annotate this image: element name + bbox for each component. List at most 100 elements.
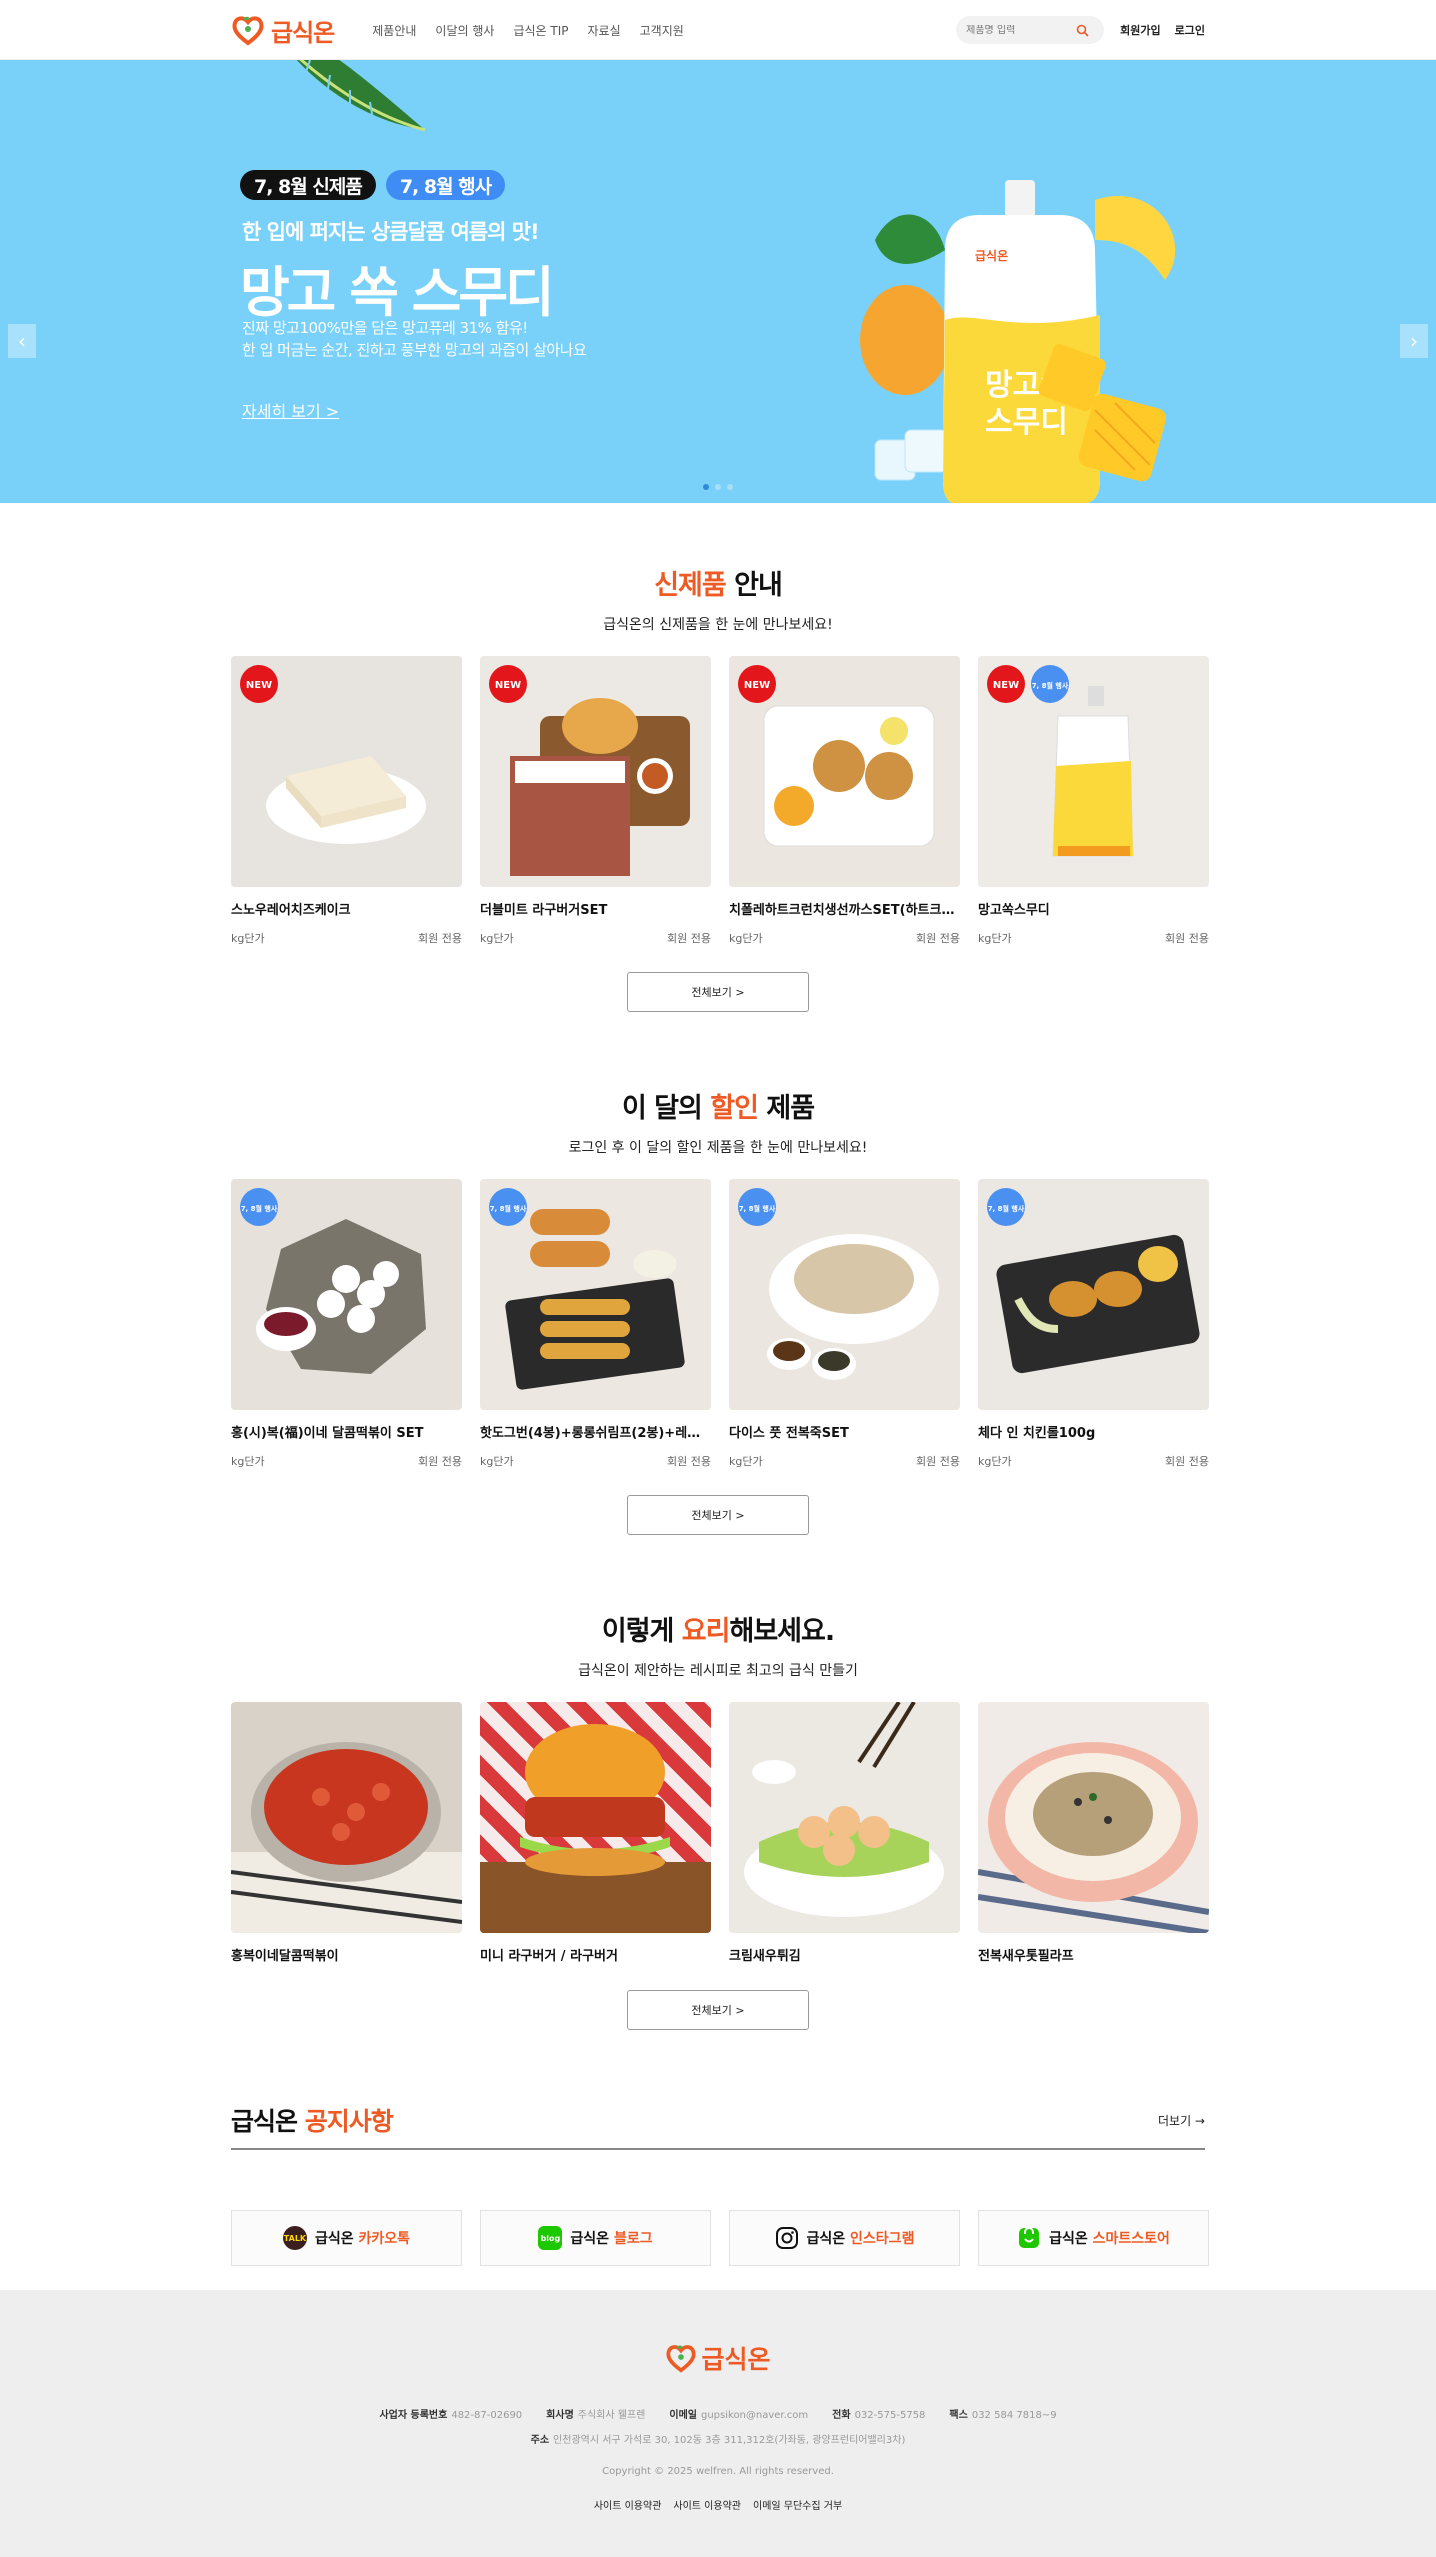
new-badge-icon: NEW — [987, 665, 1025, 703]
event-badge-icon: 7, 8월 행사 — [987, 1188, 1025, 1226]
notice-more-link[interactable]: 더보기 → — [1158, 2112, 1205, 2129]
product-name: 다이스 풋 전복죽SET — [729, 1426, 849, 1441]
recipes-subtitle: 급식온이 제안하는 레시피로 최고의 급식 만들기 — [578, 1663, 858, 1679]
search-input[interactable] — [966, 24, 1077, 36]
blog-button[interactable]: blog 급식온 블로그 — [480, 2210, 711, 2266]
login-link[interactable]: 로그인 — [1175, 22, 1205, 38]
product-meta: kg단가 회원 전용 — [729, 1453, 960, 1469]
hero-next-button[interactable]: › — [1400, 324, 1428, 358]
hero-desc-line2: 한 입 머금는 순간, 진하고 풍부한 망고의 과즙이 살아나요 — [242, 341, 587, 359]
product-meta: kg단가 회원 전용 — [978, 930, 1209, 946]
product-image: 7, 8월 행사 — [729, 1179, 960, 1410]
members-only: 회원 전용 — [418, 932, 462, 945]
palm-leaf-decoration — [296, 60, 426, 133]
product-name: 더블미트 라구버거SET — [480, 903, 608, 918]
recipe-name: 크림새우튀김 — [729, 1949, 801, 1964]
recipe-name: 전복새우톳필라프 — [978, 1949, 1074, 1964]
recipe-card[interactable]: 크림새우튀김 — [729, 1702, 960, 1964]
site-logo[interactable]: 급식온 — [231, 13, 335, 48]
sns-label: 급식온 카카오톡 — [314, 2231, 411, 2247]
recipe-image — [480, 1702, 711, 1933]
recipe-card[interactable]: 미니 라구버거 / 라구버거 — [480, 1702, 711, 1964]
sale-products-section: 이 달의 할인 제품 로그인 후 이 달의 할인 제품을 한 눈에 만나보세요!… — [0, 1086, 1436, 1535]
notice-title: 급식온 공지사항 — [231, 2107, 394, 2136]
nav-item-products[interactable]: 제품안내 — [372, 22, 416, 39]
footer-link-terms[interactable]: 사이트 이용약관 — [594, 2497, 662, 2512]
product-name: 스노우레어치즈케이크 — [231, 903, 351, 918]
hero-detail-link[interactable]: 자세히 보기 > — [242, 398, 339, 422]
logo-heart-icon — [666, 2345, 697, 2373]
recipes-more-button[interactable]: 전체보기 > — [627, 1990, 809, 2030]
sns-label: 급식온 블로그 — [570, 2231, 653, 2247]
hero-desc-line1: 진짜 망고100%만을 담은 망고퓨레 31% 함유! — [242, 319, 528, 337]
price-unit: kg단가 — [729, 1455, 763, 1468]
new-products-grid: NEW 스노우레어치즈케이크 kg단가 회원 전용 NEW 더블미트 라구버거SE… — [231, 656, 1209, 946]
footer-link-privacy[interactable]: 사이트 이용약관 — [673, 2497, 741, 2512]
svg-text:7, 8월 행사: 7, 8월 행사 — [988, 1204, 1025, 1213]
members-only: 회원 전용 — [667, 932, 711, 945]
product-meta: kg단가 회원 전용 — [978, 1453, 1209, 1469]
footer-logo[interactable]: 급식온 — [0, 2340, 1436, 2376]
product-meta: kg단가 회원 전용 — [729, 930, 960, 946]
hero-prev-button[interactable]: ‹ — [8, 324, 36, 358]
sns-label: 급식온 인스타그램 — [806, 2231, 915, 2247]
footer-company-info: 사업자 등록번호 482-87-02690 회사명 주식회사 웰프렌 이메일 gups… — [0, 2406, 1436, 2421]
recipe-card[interactable]: 홍복이네달콤떡볶이 — [231, 1702, 462, 1964]
product-card[interactable]: NEW 7, 8월 행사 망고쏙스무디 kg단가 회원 전용 — [978, 656, 1209, 946]
recipe-card[interactable]: 전복새우톳필라프 — [978, 1702, 1209, 1964]
hero-title: 망고 쏙 스무디 — [240, 261, 555, 324]
recipe-image — [231, 1702, 462, 1933]
burger-illustration — [480, 1724, 711, 1933]
hero-banner: ‹ › 7, 8월 신제품 7, 8월 행사 한 입에 퍼지는 상큼달콤 여름의… — [0, 60, 1436, 503]
product-card[interactable]: 7, 8월 행사 핫도그번(4봉)+롱롱쉬림프(2봉)+레몬소스 kg단가 회원 … — [480, 1179, 711, 1469]
instagram-button[interactable]: 급식온 인스타그램 — [729, 2210, 960, 2266]
svg-text:7, 8월 행사: 7, 8월 행사 — [1032, 681, 1069, 690]
product-card[interactable]: NEW 치폴레하트크런치생선까스SET(하트크런치생선까스+치폴레소스) kg단… — [729, 656, 960, 946]
product-card[interactable]: 7, 8월 행사 체다 인 치킨롤100g kg단가 회원 전용 — [978, 1179, 1209, 1469]
hero-pagination — [0, 484, 1436, 490]
price-unit: kg단가 — [480, 1455, 514, 1468]
hero-dot-2[interactable] — [715, 484, 721, 490]
svg-text:NEW: NEW — [246, 680, 272, 691]
chevron-left-icon: ‹ — [18, 329, 26, 353]
nav-item-resources[interactable]: 자료실 — [587, 22, 620, 39]
smartstore-button[interactable]: 급식온 스마트스토어 — [978, 2210, 1209, 2266]
price-unit: kg단가 — [231, 1455, 265, 1468]
main-nav: 제품안내 이달의 행사 급식온 TIP 자료실 고객지원 — [372, 22, 684, 39]
sale-products-more-button[interactable]: 전체보기 > — [627, 1495, 809, 1535]
price-unit: kg단가 — [231, 932, 265, 945]
nav-item-support[interactable]: 고객지원 — [640, 22, 684, 39]
product-image: NEW — [480, 656, 711, 887]
price-unit: kg단가 — [978, 1455, 1012, 1468]
svg-text:NEW: NEW — [744, 680, 770, 691]
notice-section: 급식온 공지사항 더보기 → TALK 급식온 카카오톡 blog 급식온 블로… — [0, 2102, 1436, 2266]
footer-company: 회사명 주식회사 웰프렌 — [546, 2410, 646, 2421]
kakaotalk-button[interactable]: TALK 급식온 카카오톡 — [231, 2210, 462, 2266]
search-icon[interactable] — [1076, 24, 1089, 37]
product-card[interactable]: 7, 8월 행사 다이스 풋 전복죽SET kg단가 회원 전용 — [729, 1179, 960, 1469]
cream-shrimp-illustration — [744, 1702, 944, 1917]
product-card[interactable]: NEW 스노우레어치즈케이크 kg단가 회원 전용 — [231, 656, 462, 946]
signup-link[interactable]: 회원가입 — [1120, 22, 1160, 38]
footer-copyright: Copyright © 2025 welfren. All rights res… — [602, 2466, 834, 2477]
nav-item-events[interactable]: 이달의 행사 — [435, 22, 494, 39]
members-only: 회원 전용 — [916, 932, 960, 945]
recipes-section: 이렇게 요리해보세요. 급식온이 제안하는 레시피로 최고의 급식 만들기 홍복… — [0, 1609, 1436, 2030]
product-card[interactable]: 7, 8월 행사 홍(시)복(福)이네 달콤떡볶이 SET kg단가 회원 전용 — [231, 1179, 462, 1469]
nav-item-tip[interactable]: 급식온 TIP — [513, 22, 568, 39]
product-meta: kg단가 회원 전용 — [480, 930, 711, 946]
hero-dot-3[interactable] — [727, 484, 733, 490]
new-products-section: 신제품 안내 급식온의 신제품을 한 눈에 만나보세요! NEW 스노우레어치즈… — [0, 563, 1436, 1012]
chevron-right-icon: › — [1410, 329, 1418, 353]
product-card[interactable]: NEW 더블미트 라구버거SET kg단가 회원 전용 — [480, 656, 711, 946]
instagram-icon — [775, 2227, 798, 2249]
event-badge-icon: 7, 8월 행사 — [1031, 665, 1069, 703]
hero-description: 진짜 망고100%만을 담은 망고퓨레 31% 함유! 한 입 머금는 순간, … — [242, 317, 587, 361]
product-image: 7, 8월 행사 — [978, 1179, 1209, 1410]
footer-link-email-policy[interactable]: 이메일 무단수집 거부 — [753, 2497, 842, 2512]
new-products-more-button[interactable]: 전체보기 > — [627, 972, 809, 1012]
hero-dot-1[interactable] — [703, 484, 709, 490]
new-badge-icon: NEW — [489, 665, 527, 703]
badge-new-products: 7, 8월 신제품 — [240, 170, 376, 200]
members-only: 회원 전용 — [1165, 1455, 1209, 1468]
